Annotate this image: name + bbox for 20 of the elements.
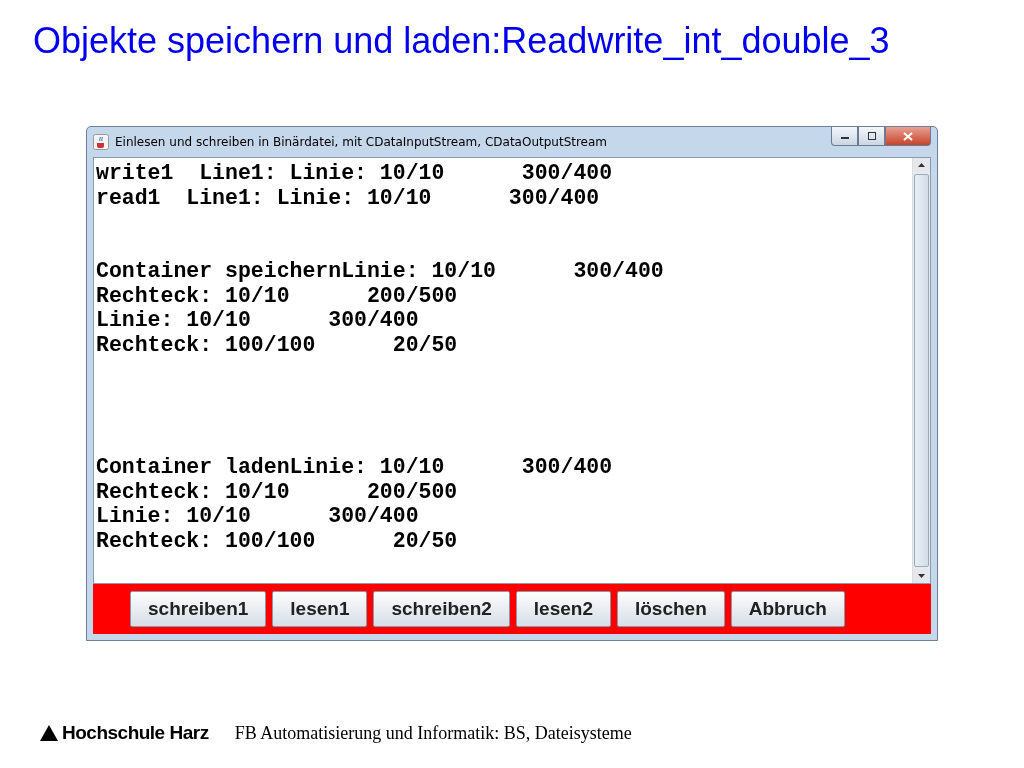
minimize-button[interactable] xyxy=(831,127,858,146)
action-button[interactable]: löschen xyxy=(616,591,725,627)
maximize-icon xyxy=(866,132,877,140)
slide-title: Objekte speichern und laden:Readwrite_int_double_3 xyxy=(33,20,891,63)
action-button[interactable]: schreiben1 xyxy=(130,591,267,627)
action-button[interactable]: schreiben2 xyxy=(373,591,510,627)
java-cup-icon xyxy=(93,134,109,150)
vertical-scrollbar[interactable] xyxy=(912,158,930,583)
action-button[interactable]: Abbruch xyxy=(730,591,845,627)
action-button[interactable]: lesen1 xyxy=(272,591,368,627)
maximize-button[interactable] xyxy=(858,127,885,146)
close-icon xyxy=(903,131,913,141)
close-button[interactable] xyxy=(885,127,931,146)
triangle-logo-icon xyxy=(40,725,58,741)
footer-text: FB Automatisierung und Informatik: BS, Dateisysteme xyxy=(234,722,632,744)
action-button[interactable]: lesen2 xyxy=(515,591,611,627)
output-text: write1 Line1: Linie: 10/10 300/400 read1 Line1: Linie: 10/10 300/400 Container speichernLinie: 10/10 300/400 Rechteck: 10/10 200/500 Linie: 10/10 300/400 Rechteck: 100/100 20/50 Container ladenLinie: 10/10 300/400 Rechteck: 10/10 200/500 Linie: 10/10 300/400 Rechteck: 100/100 20/50 xyxy=(96,161,664,553)
window-title: Einlesen und schreiben in Binärdatei, mit CDataInputStream, CDataOutputStream xyxy=(115,135,609,149)
scrollbar-thumb[interactable] xyxy=(914,174,929,567)
institution-name: Hochschule Harz xyxy=(62,722,209,744)
